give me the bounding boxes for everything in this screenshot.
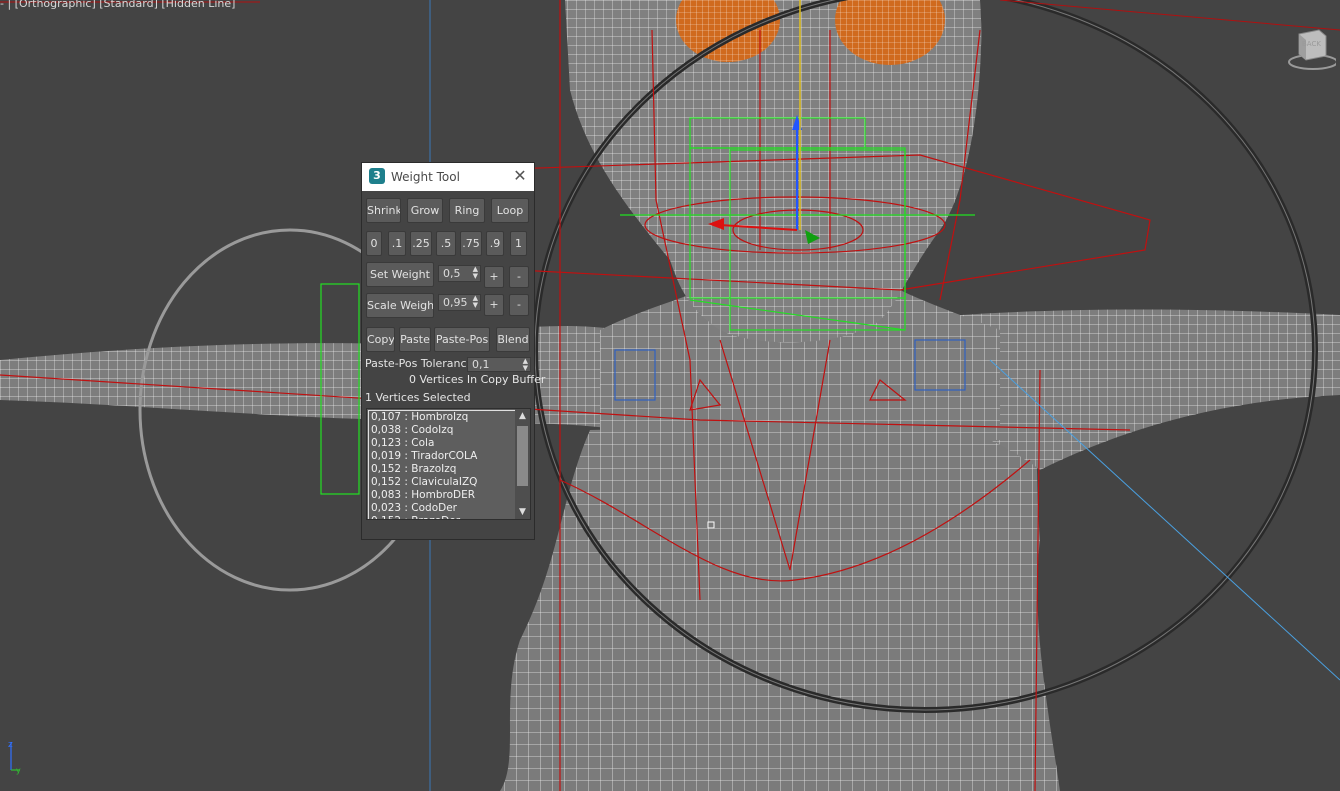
- axis-z-label: z: [8, 740, 13, 750]
- scale-weight-minus-button[interactable]: -: [509, 294, 529, 316]
- paste-pos-button[interactable]: Paste-Pos: [434, 327, 490, 352]
- list-scrollbar[interactable]: ▲ ▼: [515, 409, 530, 519]
- blend-button[interactable]: Blend: [496, 327, 530, 352]
- weight-tool-panel: 3 Weight Tool ✕ Shrink Grow Ring Loop 0 …: [361, 162, 545, 540]
- view-cube[interactable]: [1286, 26, 1336, 74]
- spinner-arrows-icon[interactable]: ▲ ▼: [523, 358, 528, 372]
- list-item[interactable]: 0,152 : ClaviculaIZQ: [371, 476, 515, 489]
- list-item[interactable]: 0,083 : HombroDER: [371, 489, 515, 502]
- list-item[interactable]: 0,123 : Cola: [371, 437, 515, 450]
- selection-status: 1 Vertices Selected: [365, 391, 471, 404]
- preset-09-button[interactable]: .9: [486, 231, 504, 256]
- ring-button[interactable]: Ring: [449, 198, 485, 223]
- list-item[interactable]: 0,038 : CodoIzq: [371, 424, 515, 437]
- preset-075-button[interactable]: .75: [460, 231, 482, 256]
- paste-pos-tolerance-value: 0,1: [472, 358, 490, 371]
- app-icon: 3: [369, 168, 385, 184]
- shrink-button[interactable]: Shrink: [366, 198, 401, 223]
- list-item[interactable]: 0,107 : HombroIzq: [371, 411, 515, 424]
- scene-wireframe: z y: [0, 0, 1340, 791]
- paste-pos-tolerance-label: Paste-Pos Tolerance: [365, 357, 474, 370]
- grow-button[interactable]: Grow: [407, 198, 443, 223]
- preset-025-button[interactable]: .25: [410, 231, 432, 256]
- close-icon[interactable]: ✕: [512, 167, 528, 185]
- viewport-label[interactable]: - | [Orthographic] [Standard] [Hidden Li…: [0, 0, 235, 10]
- preset-05-button[interactable]: .5: [436, 231, 456, 256]
- cube-face-label: BACK: [1302, 40, 1321, 48]
- set-weight-minus-button[interactable]: -: [509, 266, 529, 288]
- scale-weight-plus-button[interactable]: +: [484, 294, 504, 316]
- viewport[interactable]: z y - | [Orthographic] [Standard] [Hidde…: [0, 0, 1340, 791]
- preset-1-button[interactable]: 1: [510, 231, 527, 256]
- list-item[interactable]: 0,152 : BrazoIzq: [371, 463, 515, 476]
- copy-button[interactable]: Copy: [366, 327, 395, 352]
- spinner-arrows-icon[interactable]: ▲ ▼: [473, 266, 478, 280]
- spinner-arrows-icon[interactable]: ▲ ▼: [473, 295, 478, 309]
- scale-weight-spinner[interactable]: 0,95 ▲ ▼: [438, 294, 481, 311]
- set-weight-spinner[interactable]: 0,5 ▲ ▼: [438, 265, 481, 282]
- weight-tool-title: Weight Tool: [391, 170, 460, 184]
- copy-buffer-status: 0 Vertices In Copy Buffer: [409, 373, 546, 386]
- scale-weight-value: 0,95: [443, 296, 468, 309]
- loop-button[interactable]: Loop: [491, 198, 529, 223]
- paste-button[interactable]: Paste: [399, 327, 431, 352]
- axis-y-label: y: [16, 766, 21, 775]
- set-weight-button[interactable]: Set Weight: [366, 262, 434, 287]
- bone-weight-list[interactable]: 0,107 : HombroIzq 0,038 : CodoIzq 0,123 : …: [366, 408, 531, 520]
- cube-icon[interactable]: [1286, 26, 1336, 74]
- scroll-up-icon[interactable]: ▲: [515, 409, 530, 423]
- list-item[interactable]: 0,152 : BrazoDer: [371, 515, 515, 519]
- weight-tool-titlebar[interactable]: 3 Weight Tool ✕: [362, 163, 534, 191]
- set-weight-plus-button[interactable]: +: [484, 266, 504, 288]
- paste-pos-tolerance-spinner[interactable]: 0,1 ▲ ▼: [467, 357, 531, 372]
- preset-0-button[interactable]: 0: [366, 231, 382, 256]
- bone-weight-items: 0,107 : HombroIzq 0,038 : CodoIzq 0,123 : …: [371, 411, 515, 519]
- scroll-thumb[interactable]: [517, 426, 528, 486]
- set-weight-value: 0,5: [443, 267, 461, 280]
- list-item[interactable]: 0,019 : TiradorCOLA: [371, 450, 515, 463]
- scale-weight-button[interactable]: Scale Weight: [366, 293, 434, 318]
- scroll-down-icon[interactable]: ▼: [515, 505, 530, 519]
- list-item[interactable]: 0,023 : CodoDer: [371, 502, 515, 515]
- preset-01-button[interactable]: .1: [388, 231, 406, 256]
